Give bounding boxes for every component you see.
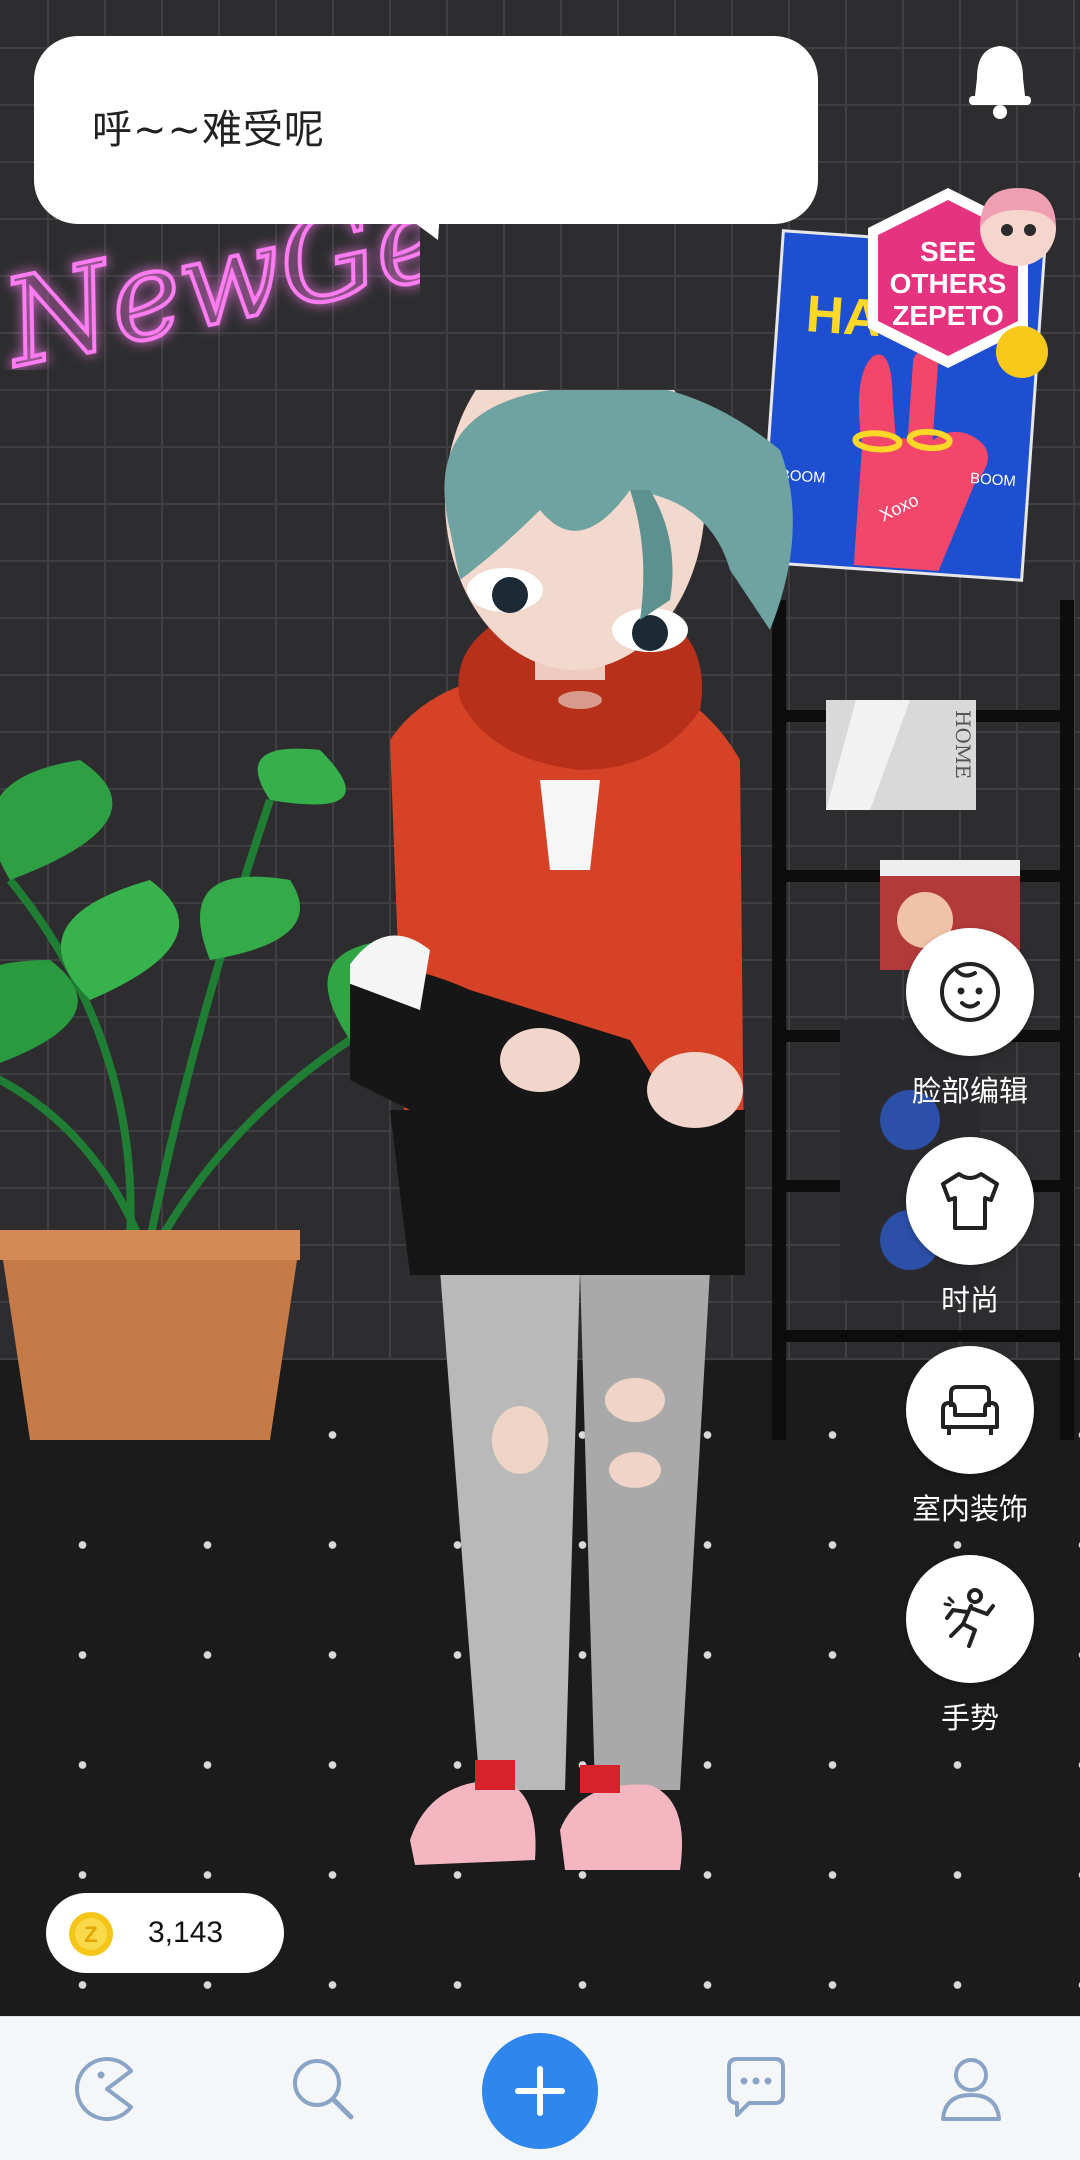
interior-button[interactable]: 室内装饰 — [900, 1346, 1040, 1528]
profile-icon — [941, 2058, 1001, 2121]
pacman-home-icon — [75, 2057, 133, 2121]
bottom-navigation — [0, 2016, 1080, 2160]
bell-icon[interactable] — [965, 40, 1035, 120]
svg-text:BOOM: BOOM — [969, 470, 1016, 490]
avatar-character — [350, 390, 793, 1870]
nav-create-button[interactable] — [482, 2033, 598, 2149]
fashion-circle[interactable] — [906, 1137, 1034, 1265]
face-edit-circle[interactable] — [906, 928, 1034, 1056]
plus-icon — [515, 2066, 565, 2116]
gesture-circle[interactable] — [906, 1555, 1034, 1683]
nav-search[interactable] — [263, 2017, 383, 2160]
gesture-button[interactable]: 手势 — [900, 1555, 1040, 1737]
nav-chat[interactable] — [695, 2017, 815, 2160]
see-others-zepeto-badge[interactable]: SEE OTHERS ZEPETO — [850, 180, 1070, 400]
armchair-icon — [941, 1385, 999, 1435]
svg-text:HOME: HOME — [951, 710, 975, 779]
coin-balance[interactable]: Z 3,143 — [46, 1893, 284, 1973]
interior-circle[interactable] — [906, 1346, 1034, 1474]
face-edit-button[interactable]: 脸部编辑 — [900, 928, 1040, 1110]
potted-plant — [0, 748, 408, 1440]
nav-profile[interactable] — [911, 2017, 1031, 2160]
search-icon — [293, 2059, 354, 2120]
fashion-label: 时尚 — [940, 1283, 999, 1317]
nav-home[interactable] — [47, 2017, 167, 2160]
face-edit-label: 脸部编辑 — [911, 1074, 1028, 1108]
interior-label: 室内装饰 — [911, 1492, 1028, 1526]
speech-bubble-text: 呼~~难受呢 — [92, 107, 326, 153]
fashion-button[interactable]: 时尚 — [900, 1137, 1040, 1319]
gesture-label: 手势 — [940, 1701, 999, 1735]
z-coin-icon: Z — [69, 1912, 113, 1956]
see-others-text: SEE OTHERS ZEPETO — [889, 236, 1007, 331]
speech-bubble[interactable]: 呼~~难受呢 — [34, 36, 818, 224]
speech-bubble-tail — [400, 212, 440, 240]
dancing-person-icon — [943, 1588, 995, 1648]
face-icon — [940, 962, 1000, 1022]
chat-bubble-icon — [727, 2057, 785, 2117]
shirt-icon — [941, 1172, 999, 1230]
coin-balance-value: 3,143 — [148, 1916, 224, 1949]
svg-text:Z: Z — [84, 1922, 97, 1947]
